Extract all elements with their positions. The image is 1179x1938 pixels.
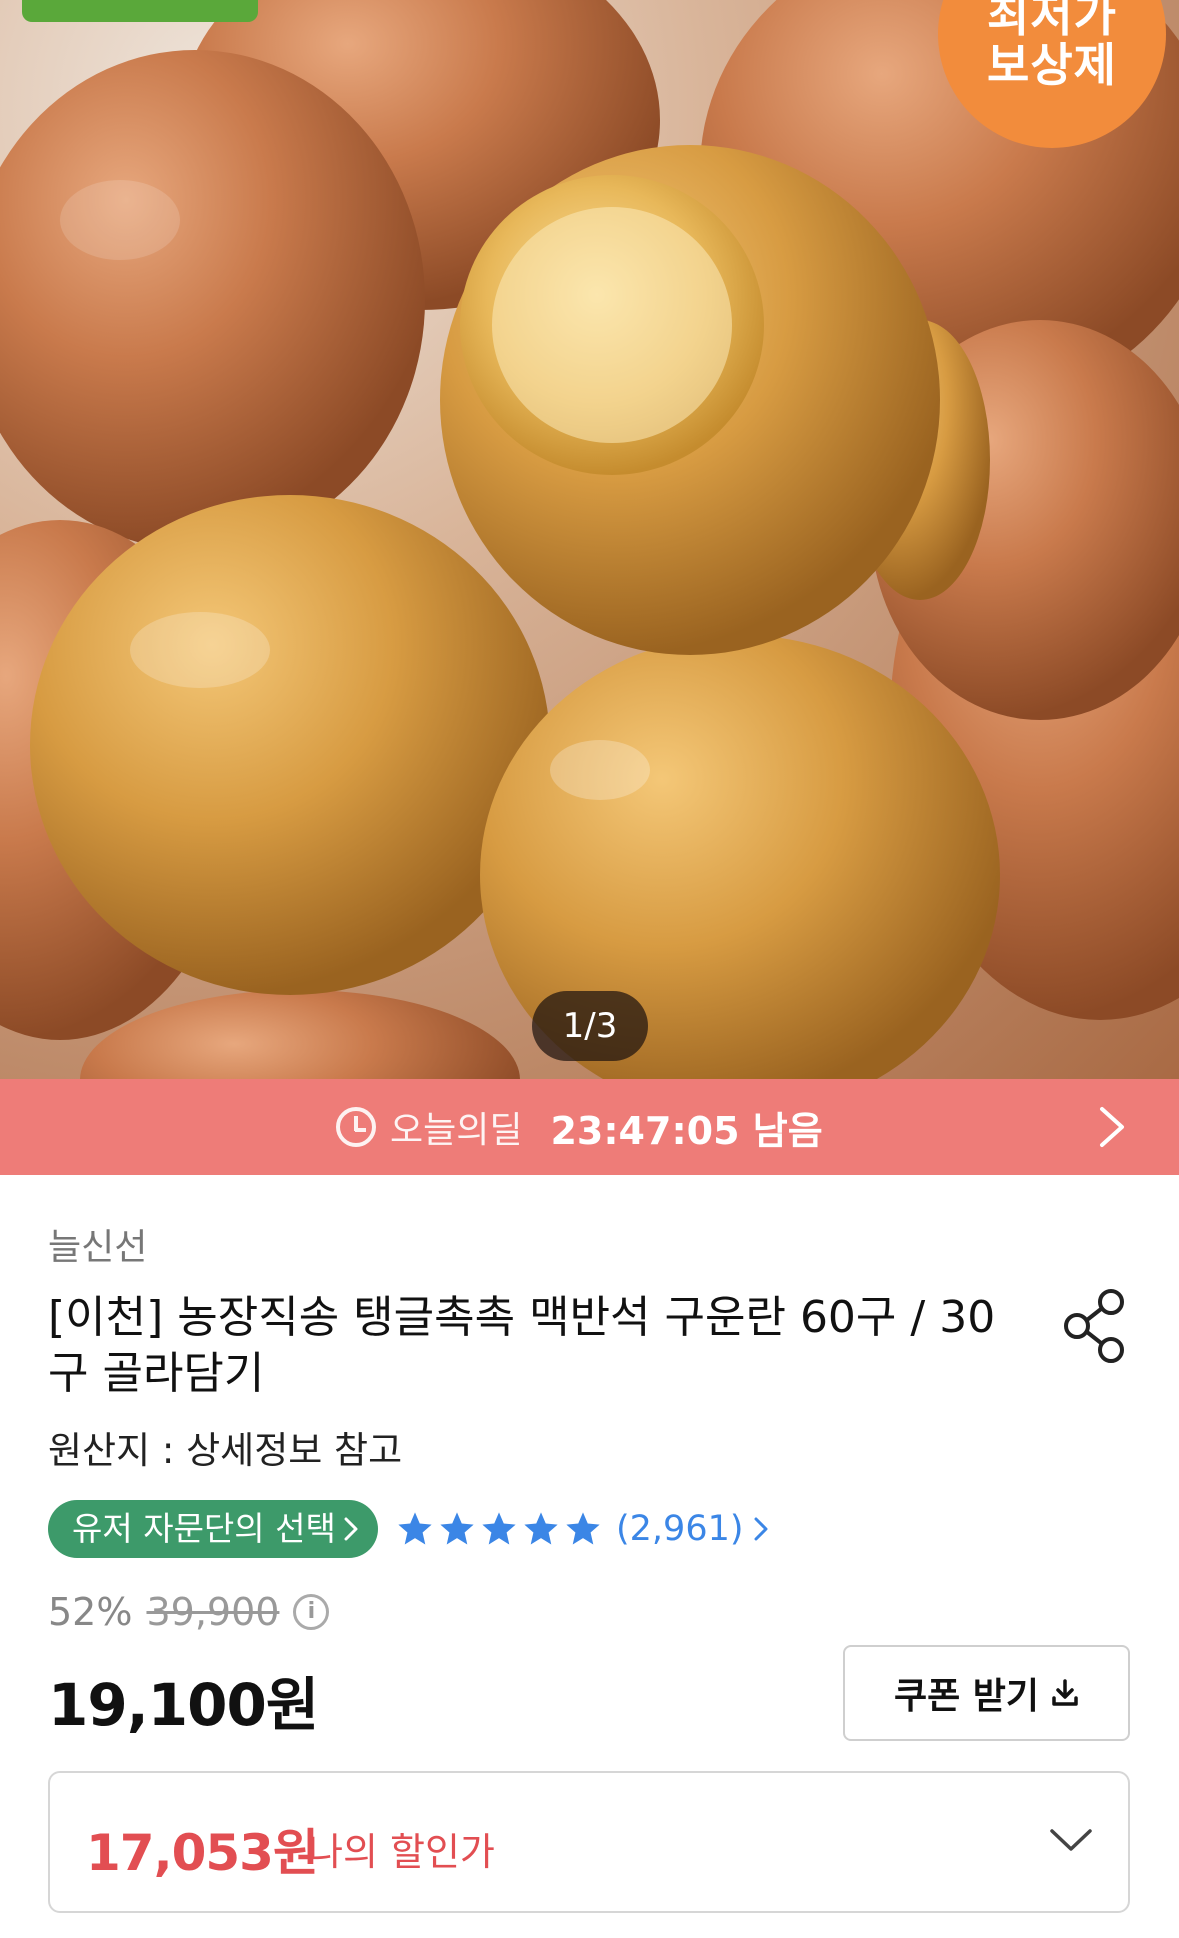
seller-name[interactable]: 늘신선 bbox=[48, 1218, 147, 1270]
star-icon bbox=[398, 1512, 432, 1545]
chevron-right-icon bbox=[344, 1517, 358, 1541]
category-tag bbox=[22, 0, 258, 22]
original-price: 39,900 bbox=[146, 1590, 280, 1634]
get-coupon-button[interactable]: 쿠폰 받기 bbox=[843, 1645, 1130, 1741]
my-discount-price: 17,053원 bbox=[86, 1824, 319, 1882]
my-discount-price-panel[interactable]: 17,053원 나의 할인가 bbox=[48, 1771, 1130, 1913]
product-title: [이천] 농장직송 탱글촉촉 맥반석 구운란 60구 / 30구 골라담기 bbox=[48, 1292, 996, 1399]
advisor-chip-label: 유저 자문단의 선택 bbox=[72, 1509, 336, 1548]
discount-rate: 52% bbox=[48, 1590, 133, 1634]
user-advisory-choice-badge[interactable]: 유저 자문단의 선택 bbox=[48, 1500, 378, 1558]
chevron-down-icon[interactable] bbox=[1048, 1825, 1094, 1855]
image-page-indicator: 1/3 bbox=[532, 991, 648, 1061]
deal-countdown: 23:47:05 남음 bbox=[550, 1108, 823, 1153]
my-discount-label: 나의 할인가 bbox=[308, 1830, 495, 1874]
badge-line-1: 최저가 bbox=[987, 0, 1117, 42]
chevron-right-icon[interactable] bbox=[1096, 1105, 1128, 1149]
badge-line-2: 보상제 bbox=[987, 38, 1117, 92]
share-icon[interactable] bbox=[1060, 1288, 1130, 1364]
sale-price: 19,100원 bbox=[48, 1671, 319, 1739]
product-image-carousel[interactable]: 최저가 보상제 1/3 bbox=[0, 0, 1179, 1079]
rating-summary[interactable]: (2,961) bbox=[396, 1505, 768, 1553]
info-icon[interactable]: i bbox=[293, 1594, 330, 1630]
star-icon bbox=[524, 1512, 558, 1545]
origin-info: 원산지 : 상세정보 참고 bbox=[48, 1429, 403, 1472]
star-icon bbox=[566, 1512, 600, 1545]
star-icon bbox=[482, 1512, 516, 1545]
todays-deal-banner[interactable]: 오늘의딜 23:47:05 남음 bbox=[0, 1079, 1179, 1175]
deal-label: 오늘의딜 bbox=[390, 1110, 523, 1151]
review-count: (2,961) bbox=[616, 1509, 744, 1549]
star-icon bbox=[440, 1512, 474, 1545]
eggs-photo bbox=[0, 0, 1179, 1079]
clock-icon bbox=[336, 1107, 376, 1147]
discount-row: 52% 39,900 i bbox=[48, 1590, 330, 1634]
download-icon bbox=[1052, 1679, 1078, 1706]
coupon-button-label: 쿠폰 받기 bbox=[893, 1676, 1039, 1717]
chevron-right-icon bbox=[754, 1517, 768, 1541]
